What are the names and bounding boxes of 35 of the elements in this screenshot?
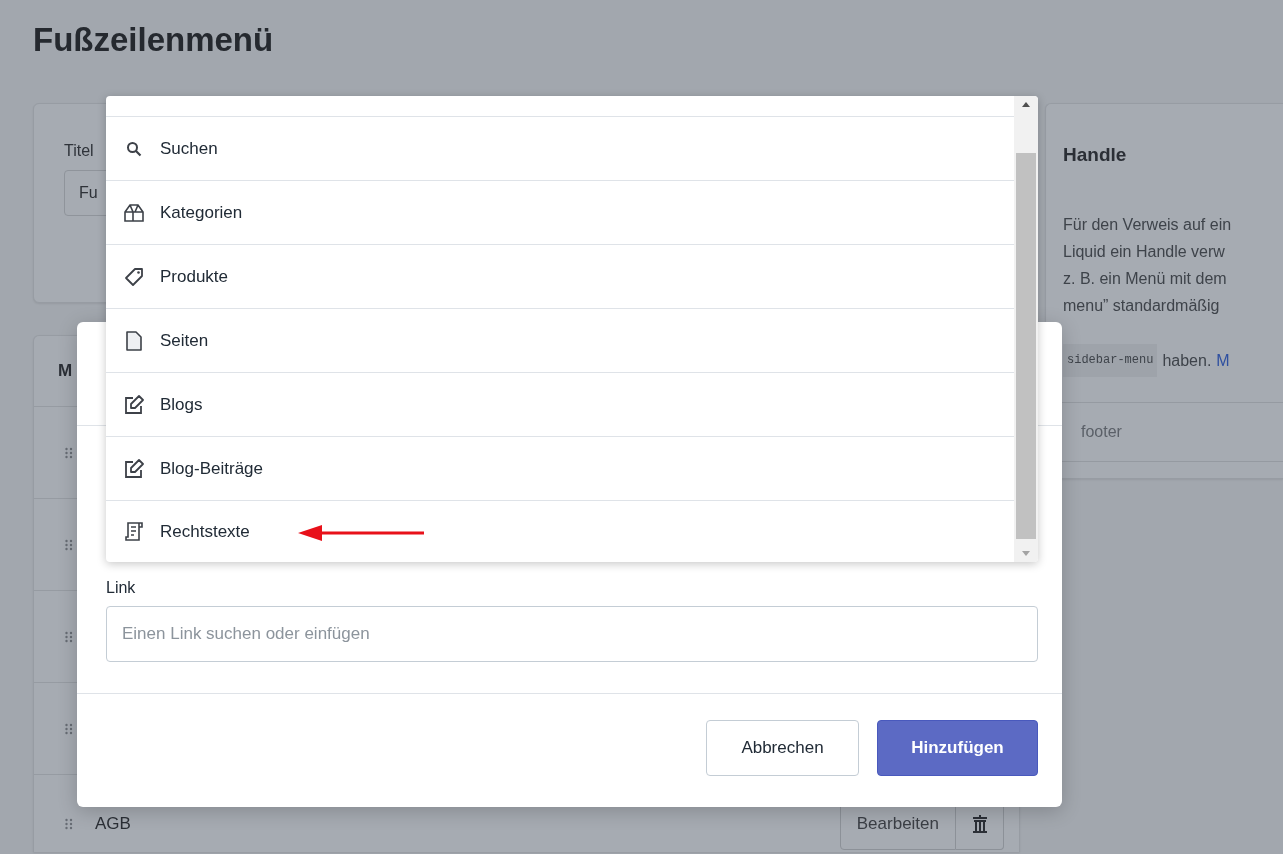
tag-icon: [123, 266, 145, 287]
edit-icon: [123, 458, 145, 479]
dropdown-item[interactable]: Produkte: [106, 245, 1014, 309]
drag-handle-icon[interactable]: [65, 722, 73, 735]
card-heading: M: [58, 361, 73, 381]
dropdown-item[interactable]: Rechtstexte: [106, 501, 1014, 562]
help-text: Liquid ein Handle verw: [1063, 242, 1226, 262]
field-label: Titel: [64, 142, 94, 160]
trash-icon: [972, 815, 987, 833]
edit-icon: [123, 394, 145, 415]
drag-handle-icon[interactable]: [65, 818, 73, 830]
page-icon: [123, 330, 145, 351]
help-text: menu” standardmäßig: [1063, 296, 1221, 316]
card-heading: Handle: [1063, 144, 1128, 166]
drag-handle-icon[interactable]: [65, 446, 73, 459]
dropdown-item[interactable]: Suchen: [106, 117, 1014, 181]
add-button[interactable]: Hinzufügen: [877, 720, 1038, 776]
dropdown-item[interactable]: Kategorien: [106, 181, 1014, 245]
menu-item-label: AGB: [95, 814, 131, 834]
code-text: sidebar-menu: [1063, 344, 1158, 377]
cancel-button[interactable]: Abbrechen: [706, 720, 859, 776]
help-text: z. B. ein Menü mit dem: [1063, 269, 1228, 289]
page-title: Fußzeilenmenü: [33, 20, 275, 60]
scrollbar-thumb[interactable]: [1016, 153, 1036, 539]
document-icon: [123, 522, 145, 542]
dropdown-item[interactable]: Blogs: [106, 373, 1014, 437]
dropdown-item[interactable]: Seiten: [106, 309, 1014, 373]
link-input[interactable]: Einen Link suchen oder einfügen: [106, 606, 1038, 662]
drag-handle-icon[interactable]: [65, 630, 73, 643]
help-text: Für den Verweis auf ein: [1063, 215, 1233, 235]
drag-handle-icon[interactable]: [65, 538, 73, 551]
help-text: haben.: [1162, 351, 1212, 371]
dropdown-item[interactable]: Blog-Beiträge: [106, 437, 1014, 501]
collection-icon: [123, 202, 145, 223]
field-label: Link: [106, 579, 136, 597]
